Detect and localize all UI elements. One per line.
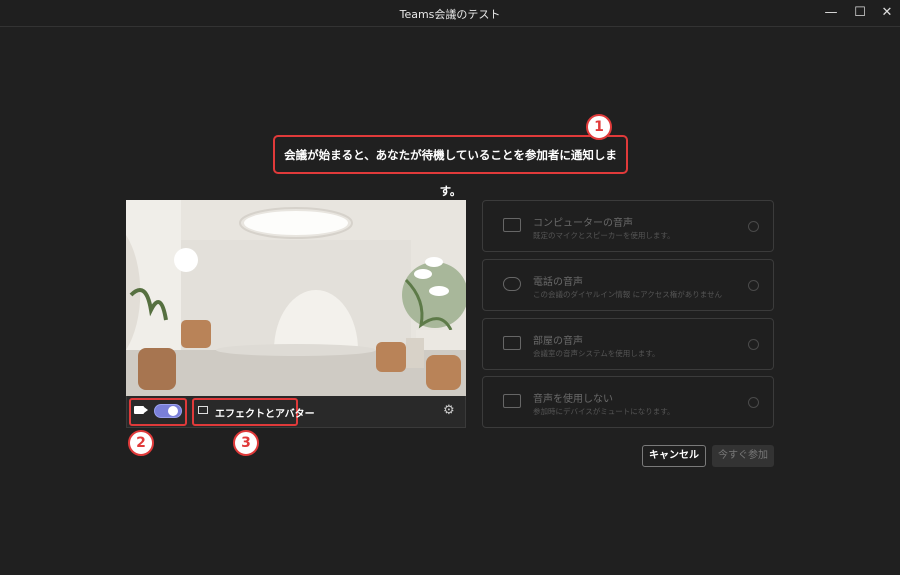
option-description: 参加時にデバイスがミュートになります。 xyxy=(533,407,675,416)
phone-icon xyxy=(503,277,521,291)
room-icon xyxy=(503,336,521,350)
waiting-notice: 会議が始まると、あなたが待機していることを参加者に通知します。 xyxy=(273,135,628,198)
camera-icon xyxy=(134,406,148,414)
option-description: この会議のダイヤルイン情報 にアクセス権がありません xyxy=(533,290,723,299)
video-preview xyxy=(126,200,466,396)
audio-option-room[interactable]: 部屋の音声 会議室の音声システムを使用します。 xyxy=(482,318,774,370)
audio-option-phone[interactable]: 電話の音声 この会議のダイヤルイン情報 にアクセス権がありません xyxy=(482,259,774,311)
option-title: 部屋の音声 xyxy=(533,336,583,347)
option-radio[interactable] xyxy=(748,221,759,232)
annotation-marker-3: 3 xyxy=(233,430,259,456)
effects-icon xyxy=(198,406,208,414)
camera-toggle-knob xyxy=(168,406,178,416)
effects-label: エフェクトとアバター xyxy=(215,409,315,420)
option-title: コンピューターの音声 xyxy=(533,218,633,229)
room-background-image xyxy=(126,200,466,396)
computer-icon xyxy=(503,218,521,232)
title-bar: Teams会議のテスト — ☐ ✕ xyxy=(0,0,900,27)
speaker-off-icon xyxy=(503,394,521,408)
option-description: 会議室の音声システムを使用します。 xyxy=(533,349,660,358)
cancel-button[interactable]: キャンセル xyxy=(642,445,706,467)
audio-option-computer[interactable]: コンピューターの音声 既定のマイクとスピーカーを使用します。 xyxy=(482,200,774,252)
audio-option-none[interactable]: 音声を使用しない 参加時にデバイスがミュートになります。 xyxy=(482,376,774,428)
settings-gear-icon[interactable]: ⚙ xyxy=(443,403,455,418)
option-radio[interactable] xyxy=(748,280,759,291)
option-description: 既定のマイクとスピーカーを使用します。 xyxy=(533,231,675,240)
join-now-button[interactable]: 今すぐ参加 xyxy=(712,445,774,467)
option-radio[interactable] xyxy=(748,339,759,350)
close-button[interactable]: ✕ xyxy=(872,0,900,26)
option-radio[interactable] xyxy=(748,397,759,408)
window-title: Teams会議のテスト xyxy=(399,8,501,21)
annotation-marker-1: 1 xyxy=(586,114,612,140)
annotation-marker-2: 2 xyxy=(128,430,154,456)
minimize-button[interactable]: — xyxy=(816,0,846,26)
maximize-button[interactable]: ☐ xyxy=(845,0,875,26)
option-title: 音声を使用しない xyxy=(533,394,613,405)
option-title: 電話の音声 xyxy=(533,277,583,288)
